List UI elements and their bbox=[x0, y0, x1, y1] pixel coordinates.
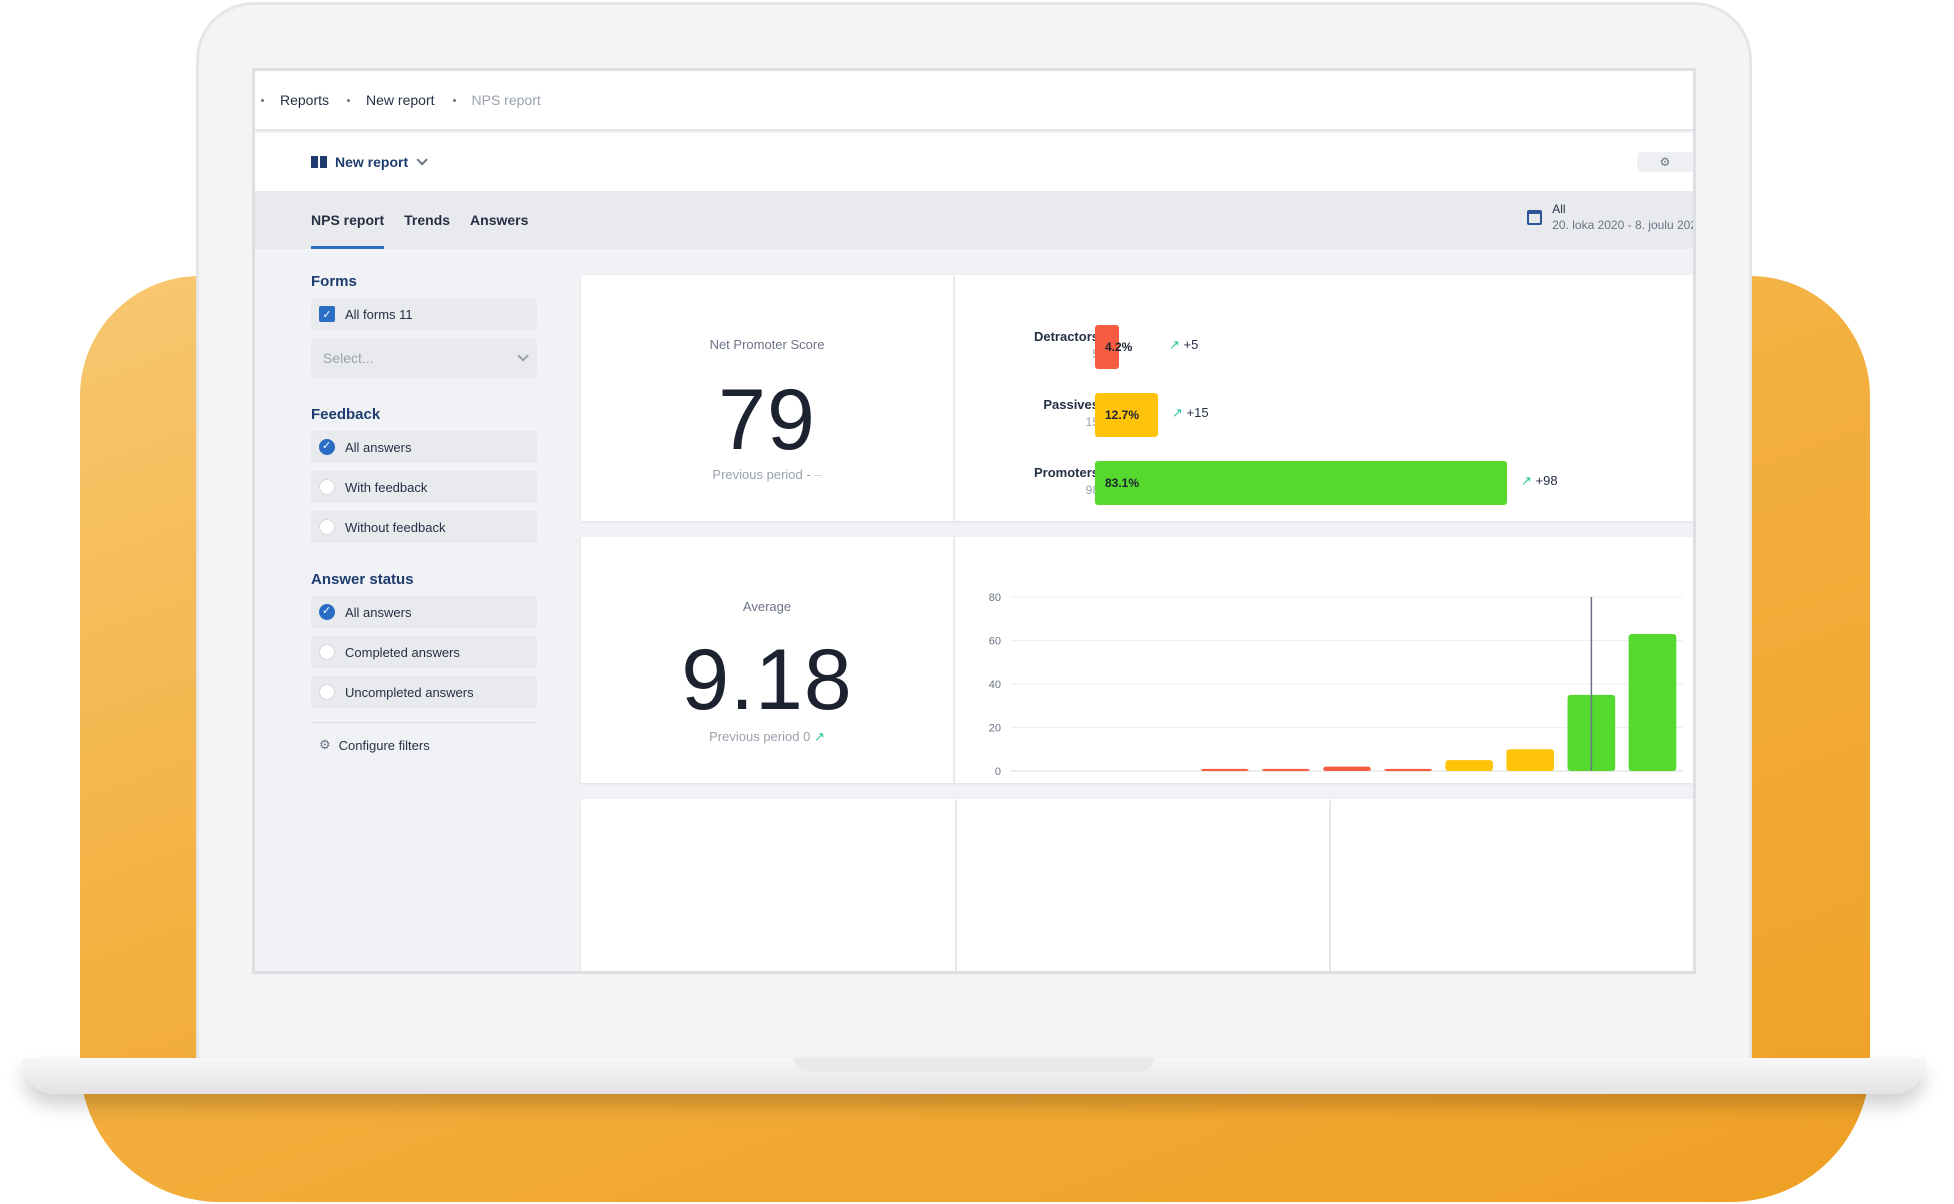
bottom-card-3 bbox=[1331, 799, 1693, 971]
settings-button[interactable]: ⚙ bbox=[1637, 152, 1693, 172]
nps-row-promoters: Promoters 98 83.1% ↗ +98 bbox=[955, 459, 1693, 507]
without-feedback-radio[interactable]: Without feedback bbox=[311, 511, 537, 543]
bar-3 bbox=[1200, 768, 1249, 771]
nps-breakdown-card: Detractors54.2%↗ +5Passives1512.7%↗ +15P… bbox=[955, 275, 1693, 521]
feedback-title: Feedback bbox=[311, 406, 381, 423]
forms-title: Forms bbox=[311, 273, 357, 290]
bar-4 bbox=[1262, 768, 1310, 771]
laptop-notch bbox=[794, 1058, 1154, 1072]
tab-answers[interactable]: Answers bbox=[470, 191, 528, 249]
report-title: New report bbox=[335, 154, 409, 170]
nps-row-bar: 4.2% bbox=[1095, 325, 1132, 369]
score-distribution-card: 020406080012345678910 bbox=[955, 537, 1693, 796]
bar-10 bbox=[1628, 633, 1677, 771]
divider bbox=[311, 722, 537, 723]
calendar-icon bbox=[1527, 209, 1543, 225]
date-range-value: 20. loka 2020 - 8. joulu 202 bbox=[1552, 218, 1696, 232]
date-range-label: All bbox=[1552, 202, 1566, 216]
chevron-down-icon bbox=[416, 154, 428, 166]
nps-score-card: Net Promoter Score 79 Previous period - … bbox=[581, 275, 955, 521]
bar-8 bbox=[1506, 749, 1555, 771]
nps-row-delta: ↗ +15 bbox=[1172, 405, 1209, 420]
check-icon: ✓ bbox=[319, 306, 335, 322]
tab-nps-report[interactable]: NPS report bbox=[311, 191, 385, 249]
gear-icon: ⚙ bbox=[1659, 155, 1671, 169]
completed-answers-radio[interactable]: Completed answers bbox=[311, 636, 537, 668]
average-label: Average bbox=[742, 599, 792, 614]
app-screen: Reports New report NPS report New report… bbox=[252, 68, 1696, 974]
uncompleted-answers-radio[interactable]: Uncompleted answers bbox=[311, 676, 537, 708]
breadcrumb-new-report[interactable]: New report bbox=[329, 92, 435, 108]
breadcrumb: Reports New report NPS report bbox=[255, 71, 1693, 131]
y-tick-label: 60 bbox=[989, 636, 1001, 648]
bar-7 bbox=[1445, 760, 1494, 771]
y-tick-label: 80 bbox=[989, 592, 1001, 604]
nps-row-name: Promoters bbox=[1033, 465, 1099, 480]
gear-icon: ⚙ bbox=[319, 737, 331, 752]
nps-row-name: Passives bbox=[1043, 397, 1099, 412]
y-tick-label: 40 bbox=[989, 679, 1001, 691]
filter-sidebar: Forms ✓ All forms 11 Select... Feedback … bbox=[311, 249, 537, 753]
bar-5 bbox=[1323, 766, 1371, 771]
status-all-answers-radio[interactable]: All answers bbox=[311, 596, 537, 628]
nps-row-name: Detractors bbox=[1033, 329, 1099, 344]
trend-up-icon: ↗ bbox=[1169, 337, 1180, 352]
nps-row-bar: 83.1% bbox=[1095, 461, 1507, 505]
nps-row-passives: Passives 15 12.7% ↗ +15 bbox=[955, 391, 1693, 439]
report-selector[interactable]: New report bbox=[311, 154, 428, 170]
chevron-down-icon bbox=[517, 350, 529, 362]
nps-previous: Previous period - – bbox=[712, 467, 822, 482]
configure-filters-button[interactable]: ⚙ Configure filters bbox=[311, 737, 537, 753]
tab-trends[interactable]: Trends bbox=[404, 191, 450, 249]
tab-bar: NPS report Trends Answers All 20. loka 2… bbox=[255, 191, 1693, 249]
average-previous: Previous period 0 ↗ bbox=[709, 729, 825, 744]
nps-row-delta: ↗ +5 bbox=[1169, 337, 1199, 352]
nps-row-detractors: Detractors54.2%↗ +5 bbox=[955, 323, 1693, 371]
trend-up-icon: ↗ bbox=[1521, 473, 1532, 488]
trend-up-icon: ↗ bbox=[1172, 405, 1183, 420]
breadcrumb-nps-report: NPS report bbox=[435, 92, 541, 108]
trend-up-icon: ↗ bbox=[813, 729, 825, 744]
bottom-card-1 bbox=[581, 799, 955, 971]
y-tick-label: 0 bbox=[995, 766, 1001, 778]
score-distribution-chart: 020406080012345678910 bbox=[989, 592, 1683, 796]
nps-row-delta: ↗ +98 bbox=[1521, 473, 1558, 488]
bottom-card-2 bbox=[957, 799, 1329, 971]
nps-label: Net Promoter Score bbox=[709, 337, 825, 352]
breadcrumb-reports[interactable]: Reports bbox=[261, 92, 329, 108]
nps-value: 79 bbox=[718, 372, 816, 468]
all-forms-checkbox[interactable]: ✓ All forms 11 bbox=[311, 298, 537, 330]
bar-6 bbox=[1384, 768, 1432, 771]
form-select[interactable]: Select... bbox=[311, 338, 537, 378]
feedback-all-answers-radio[interactable]: All answers bbox=[311, 431, 537, 463]
report-header: New report ⚙ bbox=[255, 133, 1693, 191]
y-tick-label: 20 bbox=[989, 723, 1001, 735]
answer-status-title: Answer status bbox=[311, 571, 414, 588]
nps-row-bar: 12.7% bbox=[1095, 393, 1158, 437]
average-card: Average 9.18 Previous period 0 ↗ bbox=[581, 537, 955, 783]
book-icon bbox=[311, 156, 327, 168]
date-range-picker[interactable]: All 20. loka 2020 - 8. joulu 202 bbox=[1527, 201, 1696, 233]
with-feedback-radio[interactable]: With feedback bbox=[311, 471, 537, 503]
average-value: 9.18 bbox=[681, 632, 853, 728]
